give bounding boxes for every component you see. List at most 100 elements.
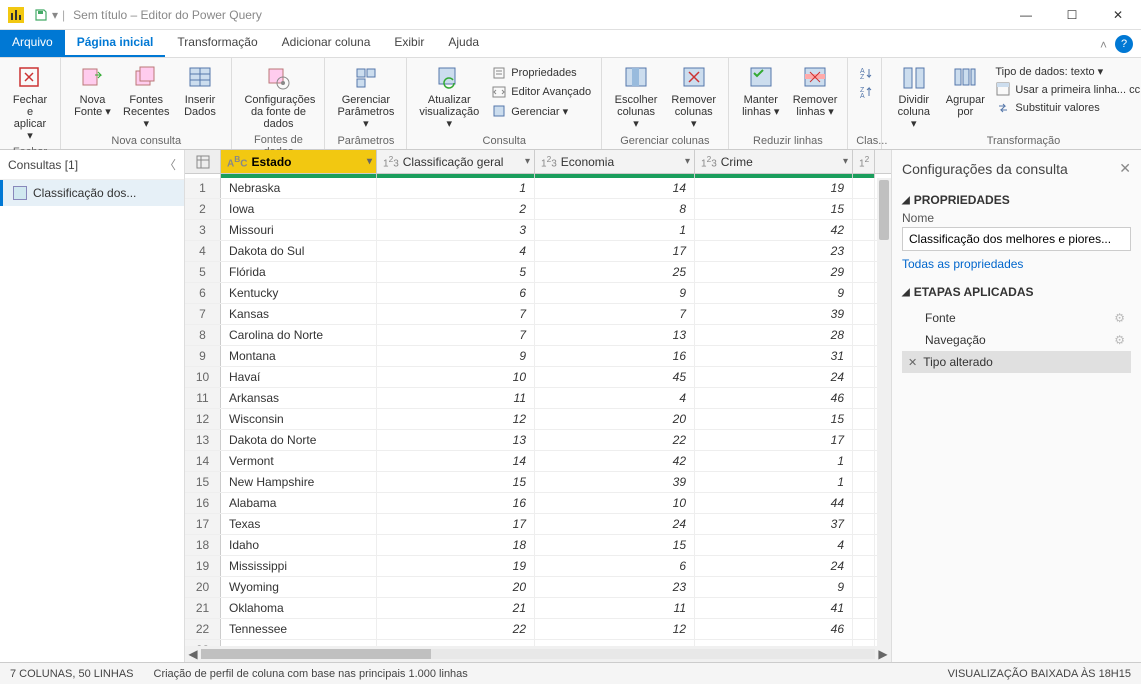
first-row-headers-button[interactable]: Usar a primeira linha... cc.. ▾ <box>993 80 1141 98</box>
cell-estado[interactable]: New Hampshire <box>221 472 377 492</box>
cell-next[interactable] <box>853 304 875 324</box>
table-row[interactable]: 3Missouri3142 <box>185 220 891 241</box>
filter-dropdown-icon[interactable]: ▾ <box>843 156 848 167</box>
cell-economia[interactable]: 4 <box>535 388 695 408</box>
cell-classificacao[interactable]: 6 <box>377 283 535 303</box>
cell-next[interactable] <box>853 598 875 618</box>
cell-estado[interactable]: Wisconsin <box>221 409 377 429</box>
table-row[interactable]: 7Kansas7739 <box>185 304 891 325</box>
cell-economia[interactable]: 8 <box>535 199 695 219</box>
cell-classificacao[interactable]: 17 <box>377 514 535 534</box>
cell-next[interactable] <box>853 199 875 219</box>
group-by-button[interactable]: Agrupar por <box>943 62 987 120</box>
cell-classificacao[interactable]: 21 <box>377 598 535 618</box>
status-profile[interactable]: Criação de perfil de coluna com base nas… <box>154 668 468 680</box>
all-properties-link[interactable]: Todas as propriedades <box>902 257 1131 271</box>
cell-estado[interactable] <box>221 640 377 646</box>
cell-crime[interactable]: 9 <box>695 283 853 303</box>
split-column-button[interactable]: Dividir coluna ▾ <box>890 62 937 132</box>
cell-classificacao[interactable]: 14 <box>377 451 535 471</box>
table-row[interactable]: 15New Hampshire15391 <box>185 472 891 493</box>
collapse-ribbon-icon[interactable]: ˄ <box>1100 38 1107 52</box>
new-source-button[interactable]: Nova Fonte ▾ <box>69 62 116 120</box>
cell-economia[interactable]: 14 <box>535 178 695 198</box>
column-header-next[interactable]: 12 <box>853 150 875 173</box>
cell-next[interactable] <box>853 535 875 555</box>
replace-values-button[interactable]: Substituir valores <box>993 99 1141 117</box>
filter-dropdown-icon[interactable]: ▾ <box>525 156 530 167</box>
table-row[interactable]: 16Alabama161044 <box>185 493 891 514</box>
cell-next[interactable] <box>853 430 875 450</box>
cell-classificacao[interactable]: 3 <box>377 220 535 240</box>
applied-step[interactable]: ✕Tipo alterado <box>902 351 1131 373</box>
cell-estado[interactable]: Arkansas <box>221 388 377 408</box>
save-icon[interactable] <box>34 8 48 22</box>
delete-step-icon[interactable]: ✕ <box>908 356 917 369</box>
properties-button[interactable]: Propriedades <box>489 64 593 82</box>
applied-step[interactable]: Navegação⚙ <box>902 329 1131 351</box>
cell-classificacao[interactable]: 20 <box>377 577 535 597</box>
cell-crime[interactable]: 15 <box>695 409 853 429</box>
gear-icon[interactable]: ⚙ <box>1114 333 1125 347</box>
cell-crime[interactable]: 15 <box>695 199 853 219</box>
cell-crime[interactable]: 17 <box>695 430 853 450</box>
query-item[interactable]: Classificação dos... <box>0 180 184 206</box>
cell-estado[interactable]: Nebraska <box>221 178 377 198</box>
cell-economia[interactable]: 24 <box>535 514 695 534</box>
scroll-left-icon[interactable]: ◀ <box>185 647 201 661</box>
table-row[interactable]: 5Flórida52529 <box>185 262 891 283</box>
cell-economia[interactable]: 22 <box>535 430 695 450</box>
vertical-scrollbar[interactable] <box>877 178 891 646</box>
cell-economia[interactable]: 39 <box>535 472 695 492</box>
cell-estado[interactable]: Dakota do Sul <box>221 241 377 261</box>
caret-icon[interactable]: ◢ <box>902 195 910 206</box>
cell-next[interactable] <box>853 577 875 597</box>
cell-economia[interactable]: 13 <box>535 325 695 345</box>
cell-estado[interactable]: Flórida <box>221 262 377 282</box>
cell-classificacao[interactable]: 10 <box>377 367 535 387</box>
choose-columns-button[interactable]: Escolher colunas ▾ <box>610 62 662 132</box>
cell-crime[interactable]: 44 <box>695 493 853 513</box>
manage-parameters-button[interactable]: Gerenciar Parâmetros ▾ <box>333 62 398 132</box>
cell-economia[interactable]: 1 <box>535 220 695 240</box>
cell-next[interactable] <box>853 409 875 429</box>
cell-crime[interactable] <box>695 640 853 646</box>
table-row[interactable]: 11Arkansas11446 <box>185 388 891 409</box>
cell-economia[interactable]: 42 <box>535 451 695 471</box>
cell-crime[interactable]: 37 <box>695 514 853 534</box>
cell-crime[interactable]: 24 <box>695 367 853 387</box>
table-row[interactable]: 8Carolina do Norte71328 <box>185 325 891 346</box>
cell-economia[interactable]: 12 <box>535 619 695 639</box>
cell-estado[interactable]: Wyoming <box>221 577 377 597</box>
cell-classificacao[interactable]: 15 <box>377 472 535 492</box>
table-row[interactable]: 20Wyoming20239 <box>185 577 891 598</box>
tab-view[interactable]: Exibir <box>382 30 436 57</box>
cell-crime[interactable]: 24 <box>695 556 853 576</box>
table-row[interactable]: 4Dakota do Sul41723 <box>185 241 891 262</box>
caret-icon[interactable]: ◢ <box>902 287 910 298</box>
cell-classificacao[interactable]: 19 <box>377 556 535 576</box>
cell-crime[interactable]: 1 <box>695 451 853 471</box>
refresh-preview-button[interactable]: Atualizar visualização ▾ <box>415 62 483 132</box>
cell-economia[interactable]: 25 <box>535 262 695 282</box>
manage-button[interactable]: Gerenciar ▾ <box>489 102 593 120</box>
close-settings-icon[interactable]: ✕ <box>1119 160 1131 177</box>
cell-crime[interactable]: 23 <box>695 241 853 261</box>
cell-classificacao[interactable]: 9 <box>377 346 535 366</box>
cell-estado[interactable]: Havaí <box>221 367 377 387</box>
remove-rows-button[interactable]: Remover linhas ▾ <box>791 62 839 120</box>
cell-crime[interactable]: 31 <box>695 346 853 366</box>
cell-economia[interactable]: 20 <box>535 409 695 429</box>
cell-next[interactable] <box>853 472 875 492</box>
table-row[interactable]: 21Oklahoma211141 <box>185 598 891 619</box>
help-icon[interactable]: ? <box>1115 35 1133 53</box>
table-row[interactable]: 10Havaí104524 <box>185 367 891 388</box>
cell-estado[interactable]: Vermont <box>221 451 377 471</box>
table-row[interactable]: 19Mississippi19624 <box>185 556 891 577</box>
cell-crime[interactable]: 46 <box>695 619 853 639</box>
filter-dropdown-icon[interactable]: ▾ <box>367 156 372 167</box>
cell-estado[interactable]: Montana <box>221 346 377 366</box>
cell-crime[interactable]: 1 <box>695 472 853 492</box>
tab-add-column[interactable]: Adicionar coluna <box>270 30 383 57</box>
cell-economia[interactable]: 7 <box>535 304 695 324</box>
